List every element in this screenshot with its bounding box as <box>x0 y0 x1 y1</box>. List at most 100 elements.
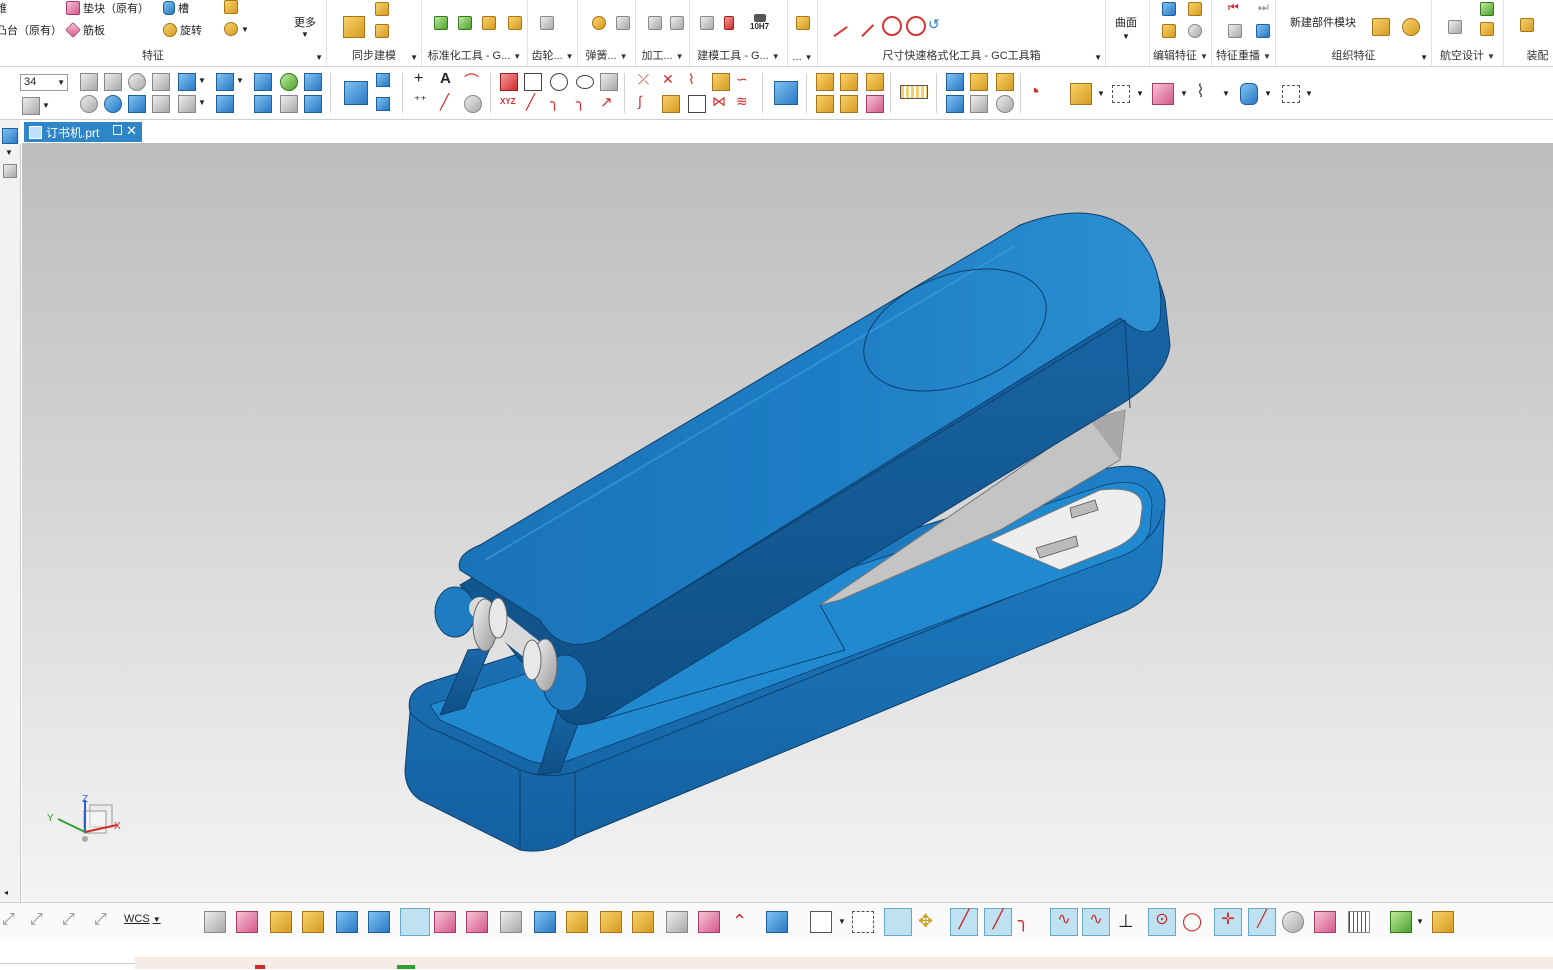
chevron-down-icon[interactable]: ▼ <box>1264 89 1272 98</box>
filter-plane-icon[interactable] <box>336 911 358 933</box>
sync-move-face-icon[interactable] <box>343 16 365 38</box>
edit-tab-icon[interactable] <box>113 125 122 135</box>
snap-point-2-icon[interactable]: ⤢ <box>30 911 50 931</box>
helix-icon[interactable] <box>464 95 482 113</box>
snap-control-icon[interactable]: ╮ <box>1018 911 1038 931</box>
snap-point-4-icon[interactable]: ⤢ <box>94 911 114 931</box>
perspective-icon[interactable] <box>152 73 170 91</box>
filter-up-icon[interactable]: ⌃ <box>732 911 752 931</box>
chevron-down-icon[interactable]: ▼ <box>1180 89 1188 98</box>
assembly-constraint-icon[interactable] <box>774 81 798 105</box>
boolean-unite-icon[interactable] <box>816 73 834 91</box>
aviation-1-icon[interactable] <box>1448 20 1462 34</box>
group-expand-icon[interactable]: ▼ <box>1094 53 1102 62</box>
dimension-slope-icon[interactable] <box>824 13 848 37</box>
arc-icon[interactable]: ⌒ <box>464 70 479 91</box>
surface-button[interactable]: 曲面 ▼ <box>1115 14 1137 42</box>
hide-icon[interactable] <box>280 95 298 113</box>
chevron-down-icon[interactable]: ▼ <box>1305 89 1313 98</box>
filter-group-icon[interactable] <box>600 911 622 933</box>
project-icon[interactable] <box>712 73 730 91</box>
save-icon[interactable] <box>2 128 18 144</box>
boss-button[interactable]: 凸台（原有） <box>0 22 62 38</box>
snap-midpoint-icon[interactable]: ╱ <box>984 908 1012 936</box>
group-expand-icon[interactable]: ▼ <box>410 53 418 62</box>
chevron-down-icon[interactable]: ▼ <box>42 101 50 110</box>
stapler-model[interactable] <box>22 143 1553 902</box>
chevron-down-icon[interactable]: ▼ <box>198 98 206 107</box>
filter-boundary-icon[interactable] <box>466 911 488 933</box>
std-tool-1-icon[interactable] <box>434 16 448 30</box>
rotate-icon[interactable] <box>128 73 146 91</box>
text-icon[interactable]: A <box>440 70 451 87</box>
chevron-down-icon[interactable]: ▼ <box>198 76 206 85</box>
feature-extra-button[interactable] <box>224 0 238 14</box>
machining-2-icon[interactable] <box>670 16 684 30</box>
pad-button[interactable]: 垫块（原有） <box>66 0 149 16</box>
display-icon[interactable] <box>216 95 234 113</box>
std-tool-2-icon[interactable] <box>458 16 472 30</box>
slot-button[interactable]: 槽 <box>163 0 189 16</box>
pan-icon[interactable] <box>104 73 122 91</box>
replay-last-icon[interactable]: ⏭ <box>1258 0 1269 15</box>
snap-point-3-icon[interactable]: ⤢ <box>62 911 82 931</box>
cube-small-icon[interactable] <box>376 73 390 87</box>
filter-face-icon[interactable] <box>204 911 226 933</box>
measure-tool-icon[interactable] <box>1432 911 1454 933</box>
select-box-2-icon[interactable] <box>1282 85 1300 103</box>
line-icon[interactable]: ╱ <box>440 93 449 111</box>
boolean-subtract-icon[interactable] <box>840 73 858 91</box>
fillet-icon[interactable]: ╮ <box>550 93 559 111</box>
section-icon[interactable] <box>304 73 322 91</box>
point-icon[interactable]: + <box>414 70 423 88</box>
filter-slot-icon[interactable] <box>698 911 720 933</box>
select-box-icon[interactable] <box>1112 85 1130 103</box>
std-tool-4-icon[interactable] <box>508 16 522 30</box>
std-tool-3-icon[interactable] <box>482 16 496 30</box>
analysis-2-icon[interactable] <box>970 73 988 91</box>
fit-view-icon[interactable] <box>22 97 40 115</box>
fillet-2-icon[interactable]: ╮ <box>576 93 585 111</box>
zoom-select[interactable]: 34 ▼ <box>20 74 68 91</box>
hat-icon[interactable] <box>178 95 196 113</box>
filter-region-icon[interactable] <box>368 911 390 933</box>
view-library-icon[interactable] <box>1390 911 1412 933</box>
refresh-icon[interactable] <box>104 95 122 113</box>
analysis-3-icon[interactable] <box>996 73 1014 91</box>
document-tab[interactable]: 订书机.prt ✕ <box>24 122 142 142</box>
layer-curve-icon[interactable] <box>600 73 618 91</box>
group-expand-icon[interactable]: ▼ <box>1420 53 1428 62</box>
sketch-shape-icon[interactable]: ◔ <box>1028 81 1040 104</box>
snap-center-icon[interactable]: ✥ <box>918 911 938 931</box>
shaded-icon[interactable] <box>216 73 234 91</box>
ellipse-icon[interactable] <box>576 75 594 89</box>
sync-replace-icon[interactable] <box>375 24 389 38</box>
blend-icon[interactable] <box>866 95 884 113</box>
aviation-2-icon[interactable] <box>1480 2 1494 16</box>
dimension-angle-icon[interactable] <box>849 12 875 38</box>
rectangle-icon[interactable] <box>524 73 542 91</box>
cone-button[interactable]: 锥 <box>0 0 7 16</box>
edit-position-icon[interactable] <box>1188 2 1202 16</box>
snap-curve-icon[interactable]: ∿ <box>1082 908 1110 936</box>
chevron-down-icon[interactable]: ▼ <box>1222 89 1230 98</box>
spring-tool-icon[interactable] <box>616 16 630 30</box>
snap-on-curve-icon[interactable]: ╱ <box>1248 908 1276 936</box>
snap-grid-point-icon[interactable] <box>1348 911 1370 933</box>
tolerance-button[interactable]: 10H7 <box>750 14 769 31</box>
chevron-down-icon[interactable]: ▼ <box>236 76 244 85</box>
trim-icon[interactable]: ⤫ <box>638 71 649 88</box>
edit-replace-icon[interactable] <box>1162 24 1176 38</box>
replay-first-icon[interactable]: ⏮ <box>1228 0 1239 15</box>
measure-icon[interactable] <box>900 85 928 99</box>
filter-body-face-icon[interactable] <box>632 911 654 933</box>
curve-tool-1-icon[interactable] <box>500 73 518 91</box>
diameter-alt-icon[interactable] <box>906 16 926 36</box>
filter-rib-icon[interactable] <box>666 911 688 933</box>
analysis-4-icon[interactable] <box>946 95 964 113</box>
wireframe-icon[interactable] <box>254 73 272 91</box>
snap-quadrant-icon[interactable]: ◯ <box>1182 911 1202 931</box>
show-icon[interactable] <box>304 95 322 113</box>
close-icon[interactable]: ✕ <box>126 123 137 139</box>
xyz-icon[interactable]: XYZ <box>500 97 516 106</box>
